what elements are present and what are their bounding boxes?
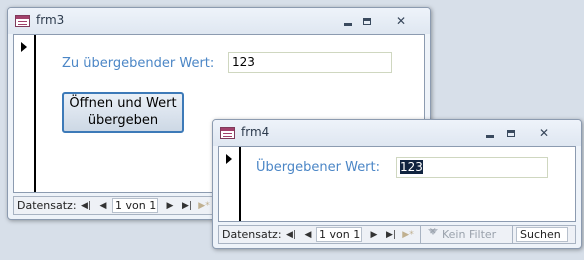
form-window-frm4: frm4 ✕ Übergebener Wert: 123 Datensatz: … bbox=[212, 119, 582, 249]
title-bar[interactable]: frm3 ✕ bbox=[8, 8, 430, 34]
next-record-button[interactable]: ▶ bbox=[367, 227, 381, 242]
previous-record-button[interactable]: ◀ bbox=[301, 227, 315, 242]
record-pointer-icon bbox=[226, 154, 232, 164]
title-bar[interactable]: frm4 ✕ bbox=[213, 120, 581, 146]
filter-toggle[interactable]: Kein Filter bbox=[427, 227, 497, 241]
window-title: frm3 bbox=[36, 13, 65, 27]
record-selector[interactable] bbox=[14, 35, 36, 192]
new-record-button[interactable]: ▶* bbox=[401, 227, 415, 242]
first-record-button[interactable]: ◀| bbox=[284, 227, 298, 242]
filter-label: Kein Filter bbox=[442, 228, 497, 241]
nav-label: Datensatz: bbox=[17, 199, 77, 212]
button-label-line-2: übergeben bbox=[87, 113, 159, 128]
nav-divider bbox=[512, 226, 513, 243]
button-label-line-1: Öffnen und Wert bbox=[69, 96, 177, 111]
last-record-button[interactable]: ▶| bbox=[180, 198, 194, 213]
maximize-icon[interactable] bbox=[502, 125, 520, 141]
new-record-button[interactable]: ▶* bbox=[197, 198, 211, 213]
access-form-icon bbox=[15, 15, 30, 27]
current-record-field[interactable]: 1 von 1 bbox=[316, 227, 362, 242]
first-record-button[interactable]: ◀| bbox=[79, 198, 93, 213]
value-input[interactable]: 123 bbox=[228, 52, 392, 73]
selected-value: 123 bbox=[400, 160, 423, 174]
last-record-button[interactable]: ▶| bbox=[384, 227, 398, 242]
record-pointer-icon bbox=[21, 42, 27, 52]
close-icon[interactable]: ✕ bbox=[535, 125, 553, 141]
maximize-icon[interactable] bbox=[358, 13, 376, 29]
window-title: frm4 bbox=[241, 125, 270, 139]
nav-label: Datensatz: bbox=[222, 228, 282, 241]
form-detail-section: Übergebener Wert: 123 bbox=[218, 146, 576, 222]
nav-divider bbox=[420, 226, 421, 243]
previous-record-button[interactable]: ◀ bbox=[96, 198, 110, 213]
no-filter-icon bbox=[427, 227, 439, 239]
field-label: Übergebener Wert: bbox=[256, 160, 381, 175]
next-record-button[interactable]: ▶ bbox=[163, 198, 177, 213]
search-input[interactable]: Suchen bbox=[516, 227, 568, 242]
open-and-pass-button[interactable]: Öffnen und Wert übergeben bbox=[62, 92, 184, 133]
record-selector[interactable] bbox=[219, 147, 241, 221]
current-record-field[interactable]: 1 von 1 bbox=[112, 198, 158, 213]
minimize-icon[interactable] bbox=[481, 125, 499, 141]
value-input[interactable]: 123 bbox=[396, 157, 548, 178]
record-navigation-bar: Datensatz: ◀| ◀ 1 von 1 ▶ ▶| ▶* Kein Fil… bbox=[218, 225, 576, 244]
minimize-icon[interactable] bbox=[339, 13, 357, 29]
field-label: Zu übergebender Wert: bbox=[62, 56, 215, 71]
access-form-icon bbox=[220, 127, 235, 139]
close-icon[interactable]: ✕ bbox=[392, 13, 410, 29]
